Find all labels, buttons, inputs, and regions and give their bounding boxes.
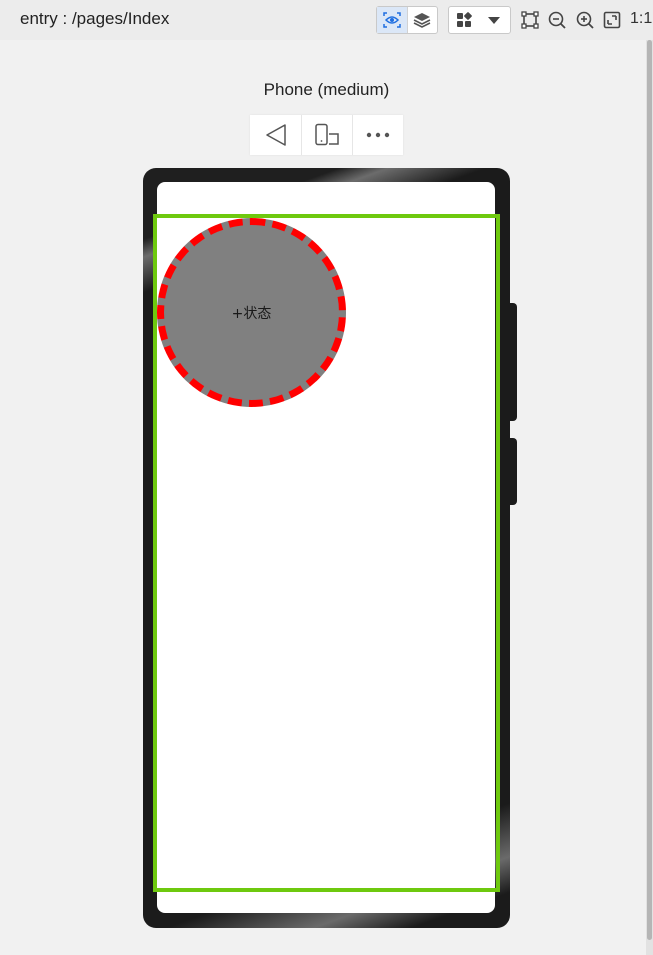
crop-button[interactable] xyxy=(519,9,541,31)
layers-button[interactable] xyxy=(408,7,438,33)
scrollbar-thumb[interactable] xyxy=(647,40,652,940)
component-select-group[interactable] xyxy=(448,6,511,34)
view-toggle-group xyxy=(376,6,438,34)
eye-icon xyxy=(383,12,401,28)
more-options-button[interactable] xyxy=(352,115,403,155)
zoom-in-icon xyxy=(576,11,594,29)
status-circle-label: +状态 xyxy=(231,305,272,322)
inspect-toggle-button[interactable] xyxy=(377,7,407,33)
page-path-title: entry : /pages/Index xyxy=(20,9,170,28)
component-grid-button[interactable] xyxy=(449,7,479,33)
layers-icon xyxy=(413,13,431,28)
rotate-device-button[interactable] xyxy=(301,115,352,155)
back-button[interactable] xyxy=(250,115,301,155)
component-dropdown-button[interactable] xyxy=(479,7,509,33)
dropdown-arrow-icon xyxy=(488,17,500,24)
phone-side-button-volume xyxy=(509,303,517,421)
rotate-back-icon xyxy=(265,124,286,146)
grid-icon xyxy=(457,12,472,27)
device-name-label: Phone (medium) xyxy=(263,80,390,99)
crop-icon xyxy=(521,11,539,29)
vertical-scrollbar[interactable] xyxy=(646,40,653,955)
fit-screen-button[interactable] xyxy=(601,9,623,31)
zoom-in-button[interactable] xyxy=(574,9,596,31)
device-toolbar xyxy=(250,115,403,155)
actual-size-button[interactable]: 1:1 xyxy=(630,10,652,28)
top-toolbar: entry : /pages/Index 1:1 xyxy=(0,0,653,40)
fit-screen-icon xyxy=(603,11,621,29)
more-icon xyxy=(366,132,390,138)
status-circle-button[interactable]: +状态 xyxy=(157,218,346,407)
device-rotate-icon xyxy=(315,123,339,146)
zoom-out-icon xyxy=(548,11,566,29)
phone-side-button-power xyxy=(509,438,517,505)
zoom-out-button[interactable] xyxy=(546,9,568,31)
